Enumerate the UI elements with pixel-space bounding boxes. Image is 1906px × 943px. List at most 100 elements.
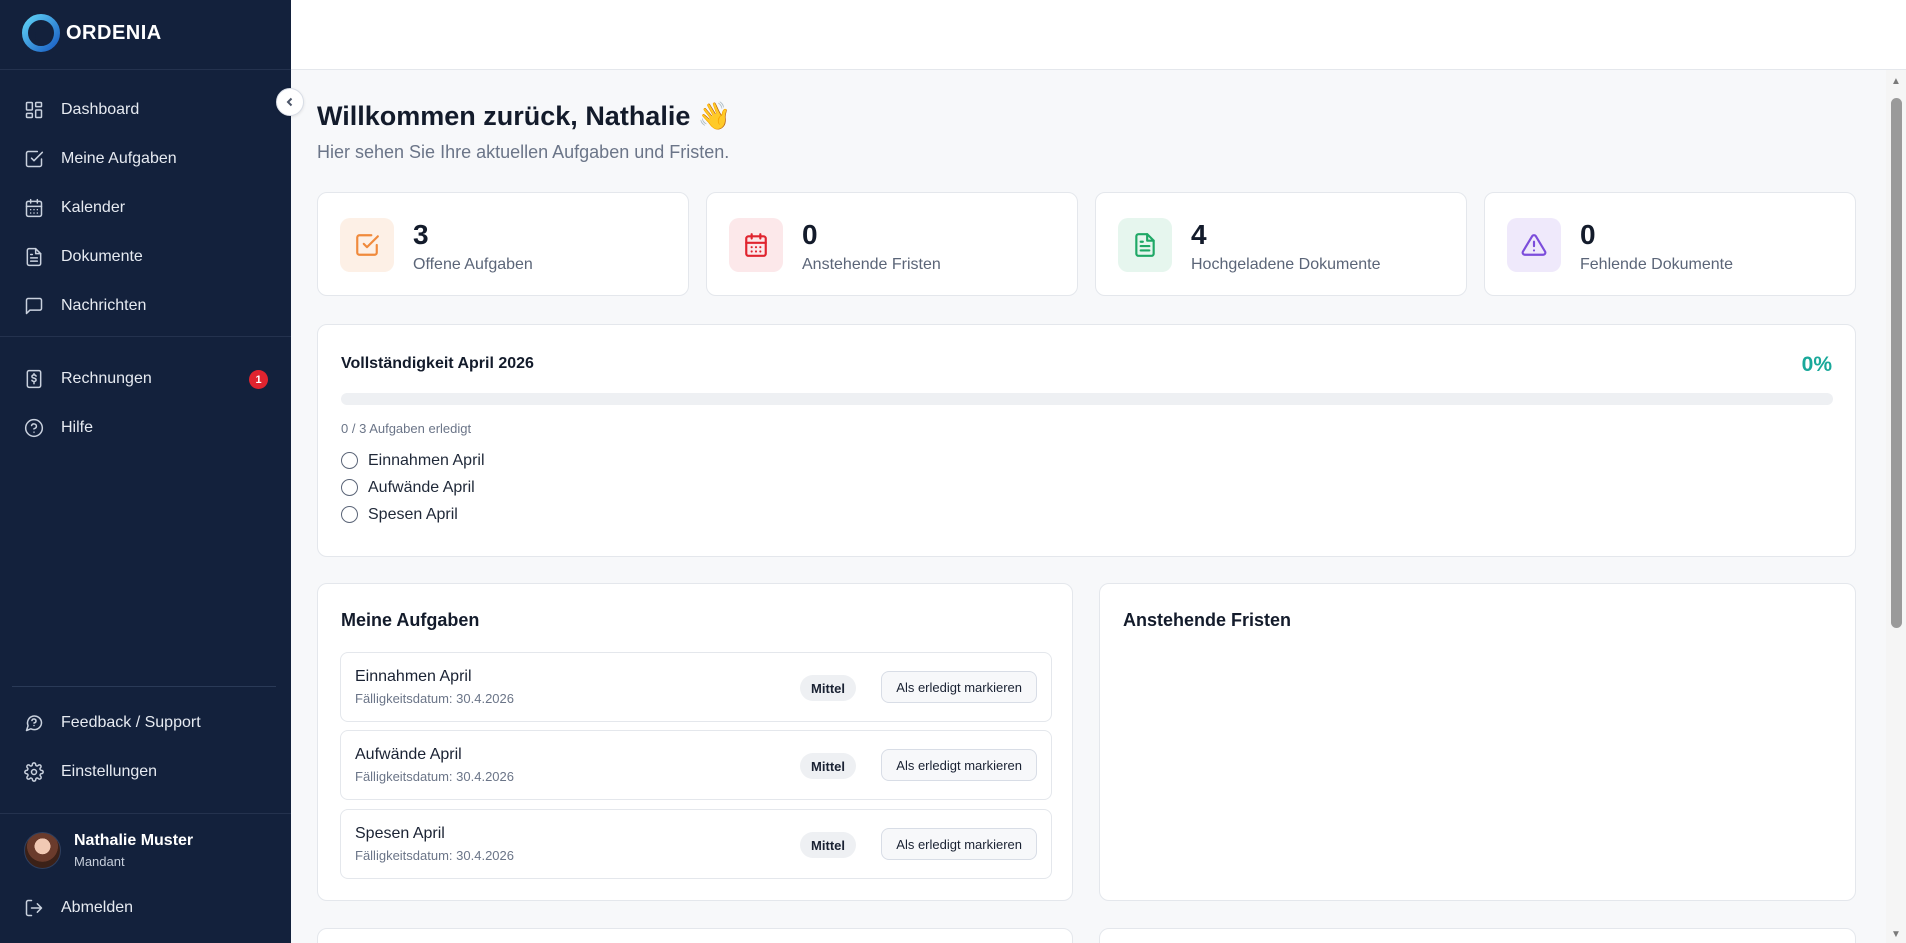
sidebar-item-label: Kalender: [61, 199, 126, 216]
sidebar-item-dokumente[interactable]: Dokumente: [12, 237, 280, 277]
checklist-circle-icon: [341, 479, 358, 496]
stat-card-fehlende-dokumente[interactable]: 0 Fehlende Dokumente: [1484, 192, 1856, 296]
collapse-sidebar-button[interactable]: [276, 88, 304, 116]
sidebar-item-label: Dokumente: [61, 248, 143, 265]
priority-badge: Mittel: [800, 832, 856, 858]
user-profile[interactable]: Nathalie Muster Mandant: [24, 832, 193, 869]
completion-card: Vollständigkeit April 2026 0% 0 / 3 Aufg…: [317, 324, 1856, 557]
sidebar-item-einstellungen[interactable]: Einstellungen: [12, 752, 280, 792]
gear-icon: [24, 762, 44, 782]
mark-done-button[interactable]: Als erledigt markieren: [881, 749, 1037, 781]
scroll-down-arrow-icon[interactable]: ▼: [1890, 929, 1902, 941]
completion-progress-bar: [341, 393, 1833, 405]
checklist-circle-icon: [341, 506, 358, 523]
sidebar-item-label: Feedback / Support: [61, 714, 201, 731]
scroll-up-arrow-icon[interactable]: ▲: [1890, 76, 1902, 88]
invoice-icon: [24, 369, 44, 389]
stat-card-anstehende-fristen[interactable]: 0 Anstehende Fristen: [706, 192, 1078, 296]
document-icon: [1118, 218, 1172, 272]
next-card-left: [317, 928, 1073, 943]
sidebar-user-divider: [0, 813, 291, 814]
checklist-label: Einnahmen April: [368, 451, 485, 469]
help-icon: [24, 418, 44, 438]
checklist-item[interactable]: Einnahmen April: [341, 447, 485, 474]
support-icon: [24, 713, 44, 733]
scrollbar[interactable]: ▲ ▼: [1886, 70, 1906, 943]
sidebar-item-label: Meine Aufgaben: [61, 150, 177, 167]
topbar: [291, 0, 1906, 70]
next-card-right: [1099, 928, 1856, 943]
task-name: Einnahmen April: [355, 668, 472, 685]
sidebar-item-label: Nachrichten: [61, 297, 147, 314]
document-icon: [24, 247, 44, 267]
stat-card-offene-aufgaben[interactable]: 3 Offene Aufgaben: [317, 192, 689, 296]
task-item[interactable]: Spesen April Fälligkeitsdatum: 30.4.2026…: [340, 809, 1052, 879]
notification-badge: 1: [249, 370, 268, 389]
brand-name: ORDENIA: [66, 21, 162, 44]
sidebar-item-meine-aufgaben[interactable]: Meine Aufgaben: [12, 139, 280, 179]
completion-title: Vollständigkeit April 2026: [341, 355, 534, 372]
sidebar-item-dashboard[interactable]: Dashboard: [12, 90, 280, 130]
task-due-date: Fälligkeitsdatum: 30.4.2026: [355, 691, 514, 706]
stat-value: 4: [1191, 219, 1207, 250]
checklist-item[interactable]: Aufwände April: [341, 474, 485, 501]
task-due-date: Fälligkeitsdatum: 30.4.2026: [355, 769, 514, 784]
tasks-title: Meine Aufgaben: [341, 610, 480, 630]
logo[interactable]: ORDENIA: [20, 12, 162, 54]
sidebar-item-label: Einstellungen: [61, 763, 158, 780]
sidebar-item-rechnungen[interactable]: Rechnungen 1: [12, 359, 280, 399]
task-due-date: Fälligkeitsdatum: 30.4.2026: [355, 848, 514, 863]
sidebar-item-feedback-support[interactable]: Feedback / Support: [12, 703, 280, 743]
checklist-label: Spesen April: [368, 505, 458, 523]
sidebar-item-kalender[interactable]: Kalender: [12, 188, 280, 228]
stat-value: 0: [1580, 219, 1596, 250]
page-subtitle: Hier sehen Sie Ihre aktuellen Aufgaben u…: [317, 142, 730, 162]
priority-badge: Mittel: [800, 675, 856, 701]
stat-card-hochgeladene-dokumente[interactable]: 4 Hochgeladene Dokumente: [1095, 192, 1467, 296]
scrollbar-thumb[interactable]: [1891, 98, 1902, 628]
task-name: Spesen April: [355, 825, 445, 842]
stat-label: Hochgeladene Dokumente: [1191, 256, 1381, 273]
tasks-card: Meine Aufgaben Einnahmen April Fälligkei…: [317, 583, 1073, 901]
mark-done-button[interactable]: Als erledigt markieren: [881, 828, 1037, 860]
stat-label: Fehlende Dokumente: [1580, 256, 1733, 273]
checklist-item[interactable]: Spesen April: [341, 501, 485, 528]
checklist-circle-icon: [341, 452, 358, 469]
task-item[interactable]: Aufwände April Fälligkeitsdatum: 30.4.20…: [340, 730, 1052, 800]
mark-done-button[interactable]: Als erledigt markieren: [881, 671, 1037, 703]
priority-badge: Mittel: [800, 753, 856, 779]
page-title: Willkommen zurück, Nathalie 👋: [317, 101, 732, 131]
dashboard-icon: [24, 100, 44, 120]
task-check-icon: [340, 218, 394, 272]
logout-label: Abmelden: [61, 899, 134, 916]
completion-percent: 0%: [1801, 353, 1832, 376]
logout-button[interactable]: Abmelden: [12, 888, 280, 928]
sidebar-item-hilfe[interactable]: Hilfe: [12, 408, 280, 448]
sidebar-bottom-divider: [12, 686, 276, 687]
message-icon: [24, 296, 44, 316]
task-item[interactable]: Einnahmen April Fälligkeitsdatum: 30.4.2…: [340, 652, 1052, 722]
task-name: Aufwände April: [355, 746, 462, 763]
stat-value: 0: [802, 219, 818, 250]
sidebar-item-nachrichten[interactable]: Nachrichten: [12, 286, 280, 326]
stat-label: Offene Aufgaben: [413, 256, 533, 273]
nav-divider: [0, 336, 291, 337]
completion-count: 0 / 3 Aufgaben erledigt: [341, 421, 472, 436]
checkbox-icon: [24, 149, 44, 169]
calendar-icon: [24, 198, 44, 218]
stat-value: 3: [413, 219, 429, 250]
user-role: Mandant: [74, 854, 125, 869]
sidebar-item-label: Dashboard: [61, 101, 140, 118]
completion-checklist: Einnahmen April Aufwände April Spesen Ap…: [341, 447, 485, 528]
sidebar: ORDENIA Dashboard Meine Aufgaben Kalende…: [0, 0, 291, 943]
chevron-left-icon: [286, 97, 293, 107]
sidebar-item-label: Hilfe: [61, 419, 94, 436]
warning-icon: [1507, 218, 1561, 272]
logout-icon: [24, 898, 44, 918]
calendar-icon: [729, 218, 783, 272]
stat-label: Anstehende Fristen: [802, 256, 941, 273]
deadlines-title: Anstehende Fristen: [1123, 610, 1292, 630]
user-name: Nathalie Muster: [74, 832, 194, 849]
checklist-label: Aufwände April: [368, 478, 475, 496]
deadlines-card: Anstehende Fristen: [1099, 583, 1856, 901]
